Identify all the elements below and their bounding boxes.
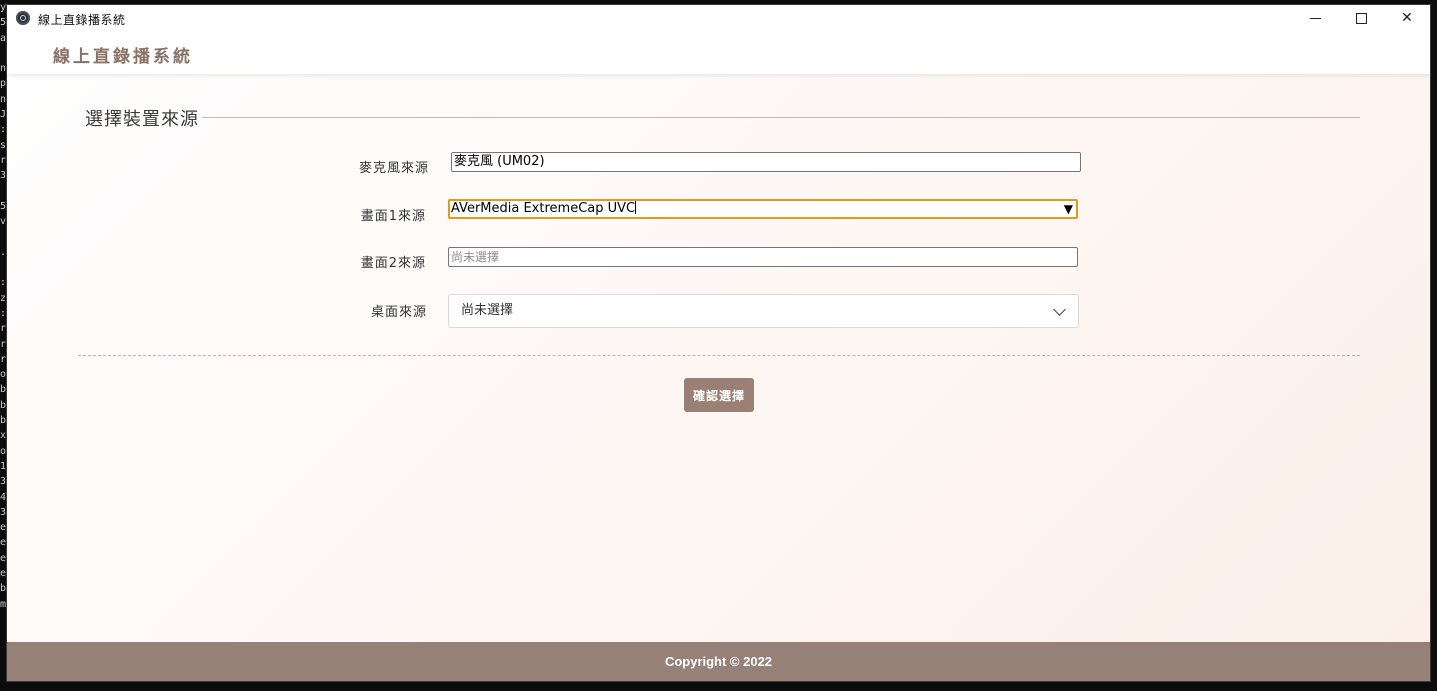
app-logo-icon [16, 11, 30, 25]
chevron-down-icon [1053, 303, 1066, 316]
minimize-icon [1309, 17, 1321, 19]
window-title: 線上直錄播系統 [38, 13, 126, 27]
desktop-source-value: 尚未選擇 [461, 303, 514, 318]
screen1-source-label: 畫面1來源 [360, 209, 426, 224]
main-content: 選擇裝置來源 麥克風來源 麥克風 (UM02) 畫面1來源 AVerMedia … [7, 74, 1430, 642]
text-cursor [635, 201, 637, 214]
form-divider [78, 355, 1360, 356]
screen2-source-input[interactable]: 尚未選擇 [448, 247, 1078, 267]
close-icon: ✕ [1401, 10, 1413, 26]
close-button[interactable]: ✕ [1384, 5, 1430, 32]
section-divider [202, 117, 1360, 118]
app-window: 線上直錄播系統 ✕ 線上直錄播系統 選擇裝置來源 麥克風來源 麥克風 (UM02… [6, 4, 1431, 682]
dropdown-arrow-icon: ▼ [1063, 202, 1073, 216]
screen2-source-label: 畫面2來源 [360, 256, 426, 271]
maximize-icon [1355, 12, 1367, 24]
copyright-text: Copyright © 2022 [664, 654, 773, 669]
minimize-button[interactable] [1292, 5, 1338, 32]
footer: Copyright © 2022 [7, 642, 1430, 681]
brand-title: 線上直錄播系統 [53, 47, 193, 67]
mic-source-input[interactable]: 麥克風 (UM02) [451, 152, 1081, 172]
section-title: 選擇裝置來源 [85, 109, 199, 130]
app-header: 線上直錄播系統 [7, 32, 1430, 74]
title-bar[interactable]: 線上直錄播系統 ✕ [7, 5, 1430, 32]
desktop-source-label: 桌面來源 [370, 305, 427, 320]
confirm-button[interactable]: 確認選擇 [684, 378, 754, 412]
maximize-button[interactable] [1338, 5, 1384, 32]
screen1-source-select[interactable]: AVerMedia ExtremeCap UVC ▼ [448, 199, 1078, 219]
screen1-source-value: AVerMedia ExtremeCap UVC [451, 201, 636, 216]
mic-source-label: 麥克風來源 [358, 161, 429, 176]
desktop-source-select[interactable]: 尚未選擇 [448, 294, 1079, 328]
